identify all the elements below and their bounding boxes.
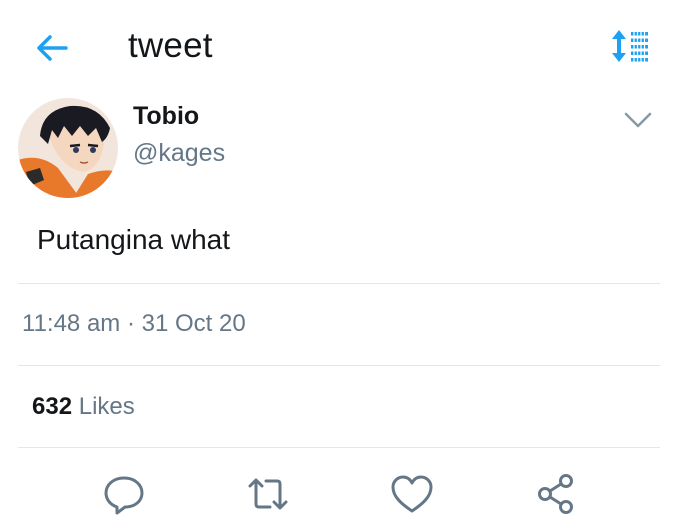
back-button[interactable]	[32, 28, 72, 68]
chevron-down-icon	[624, 112, 652, 128]
divider	[18, 365, 660, 366]
arrow-left-icon	[37, 35, 68, 61]
sort-button[interactable]	[606, 26, 654, 66]
avatar[interactable]	[18, 98, 118, 198]
sort-icon	[612, 30, 648, 62]
share-button[interactable]	[532, 470, 580, 518]
more-options-button[interactable]	[620, 106, 656, 134]
page-title: tweet	[128, 26, 213, 65]
likes-count: 632	[32, 393, 73, 420]
likes-stat[interactable]: 632 Likes	[32, 393, 135, 421]
top-bar: tweet	[0, 0, 680, 96]
divider	[18, 447, 660, 448]
share-icon	[538, 474, 573, 514]
tweet-time: 11:48 am	[22, 310, 121, 337]
meta-separator: ·	[126, 310, 135, 337]
like-button[interactable]	[388, 470, 436, 518]
divider	[18, 283, 660, 284]
author-display-name[interactable]: Tobio	[133, 102, 199, 131]
like-icon	[391, 475, 433, 513]
avatar-illustration	[18, 98, 118, 198]
author-handle[interactable]: @kages	[133, 139, 225, 168]
likes-label: Likes	[78, 393, 135, 420]
retweet-button[interactable]	[244, 470, 292, 518]
tweet-date: 31 Oct 20	[141, 310, 246, 337]
retweet-icon	[248, 478, 288, 510]
reply-icon	[104, 476, 144, 515]
reply-button[interactable]	[100, 470, 148, 518]
tweet-timestamp: 11:48 am · 31 Oct 20	[22, 310, 246, 338]
tweet-text: Putangina what	[37, 224, 231, 255]
